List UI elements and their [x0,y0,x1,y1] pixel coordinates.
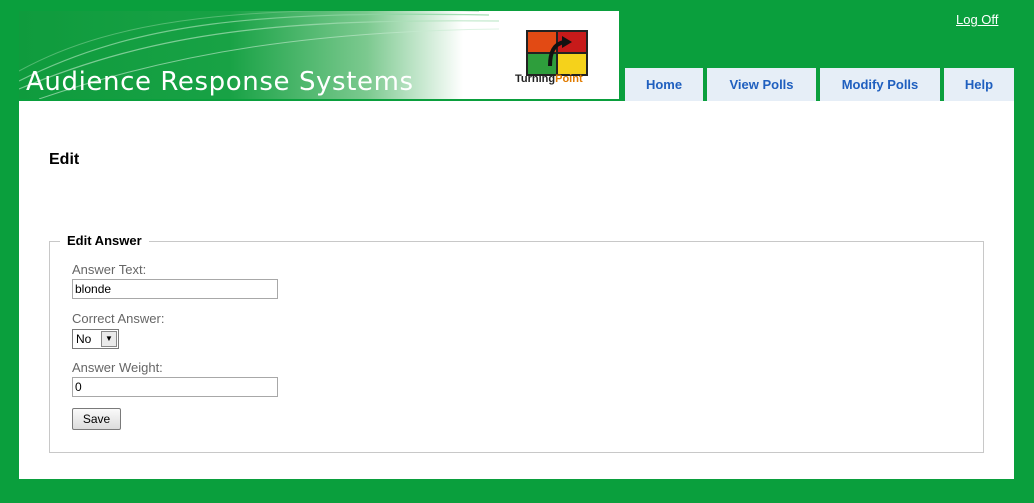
tab-modify-polls[interactable]: Modify Polls [820,68,940,101]
correct-answer-label: Correct Answer: [72,311,165,326]
dropdown-arrow-icon[interactable]: ▼ [101,331,117,347]
main-content: Edit Edit Answer Answer Text: blonde Cor… [19,101,1014,479]
answer-weight-input[interactable]: 0 [72,377,278,397]
fieldset-legend: Edit Answer [60,233,149,248]
save-button[interactable]: Save [72,408,121,430]
correct-answer-select[interactable]: No ▼ [72,329,119,349]
page-title: Edit [49,151,80,168]
tab-home[interactable]: Home [625,68,703,101]
answer-text-input[interactable]: blonde [72,279,278,299]
answer-text-label: Answer Text: [72,262,147,277]
correct-answer-value: No [76,332,92,346]
edit-answer-fieldset: Edit Answer Answer Text: blonde Correct … [49,233,984,453]
answer-weight-label: Answer Weight: [72,360,163,375]
tab-view-polls[interactable]: View Polls [707,68,816,101]
tab-help[interactable]: Help [944,68,1014,101]
main-nav: Home View Polls Modify Polls Help [0,68,1034,101]
logoff-link[interactable]: Log Off [956,12,998,27]
